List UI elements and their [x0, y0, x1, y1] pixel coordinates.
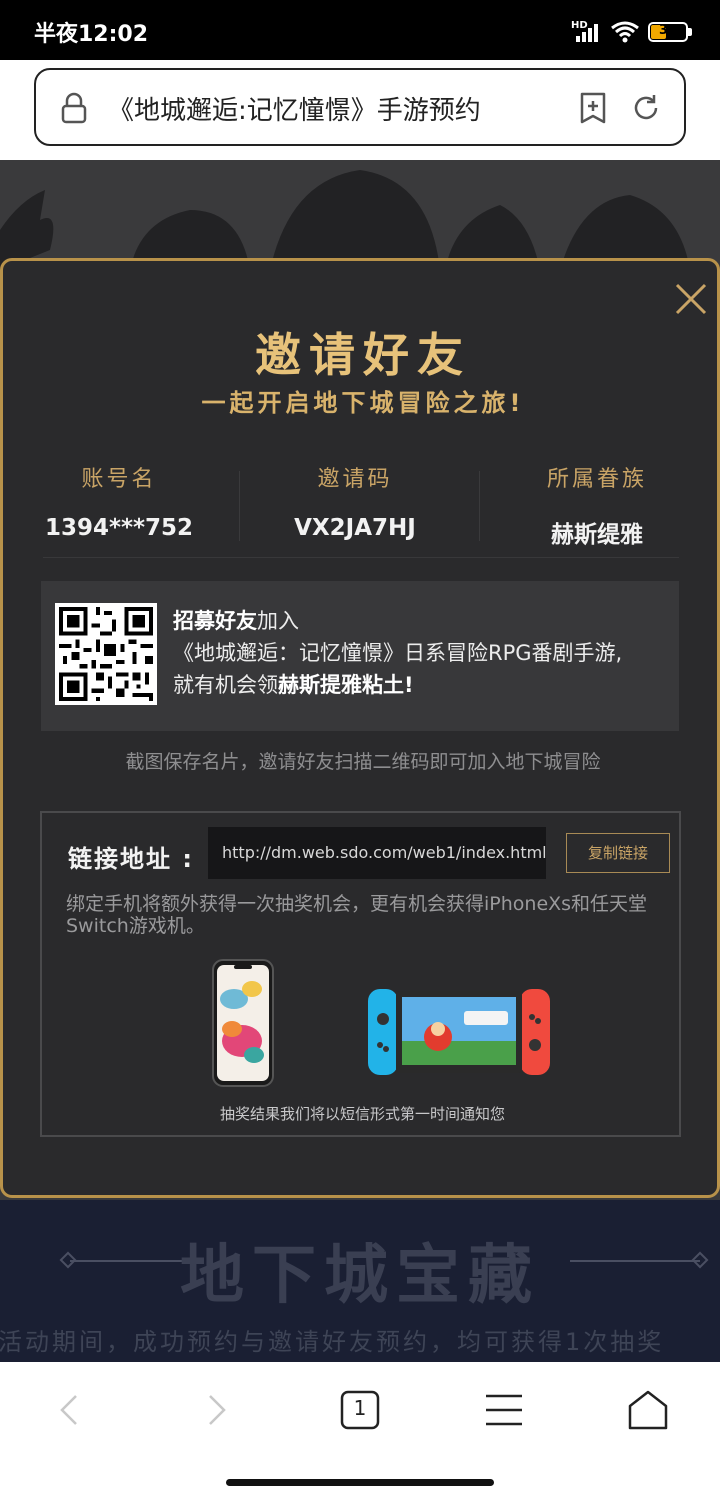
back-icon[interactable] — [48, 1388, 92, 1432]
modal-title: 邀请好友 — [255, 328, 471, 382]
treasure-banner: 地下城宝藏 活动期间，成功预约与邀请好友预约，均可获得1次抽奖 — [0, 1200, 720, 1362]
add-bookmark-icon[interactable] — [578, 92, 608, 124]
link-label: 链接地址 : — [68, 845, 194, 873]
iphone-prize-image — [212, 959, 274, 1087]
reload-icon[interactable] — [630, 92, 662, 124]
tabs-button[interactable]: 1 — [338, 1388, 382, 1432]
nintendo-switch-prize-image — [368, 989, 550, 1075]
screenshot-hint: 截图保存名片，邀请好友扫描二维码即可加入地下城冒险 — [125, 751, 601, 773]
qr-card: 招募好友加入 《地城邂逅：记忆憧憬》日系冒险RPG番剧手游, 就有机会领赫斯提雅… — [41, 581, 679, 731]
family-value: 赫斯缇雅 — [551, 522, 643, 548]
banner-text: 活动期间，成功预约与邀请好友预约，均可获得1次抽奖 — [0, 1328, 665, 1356]
signal-icon — [576, 24, 598, 42]
invite-code-info: 邀请码 VX2JA7HJ — [235, 461, 475, 541]
family-info: 所属眷族 赫斯缇雅 — [477, 461, 717, 549]
battery-icon: 39 — [648, 22, 692, 42]
account-info-row: 账号名 1394***752 邀请码 VX2JA7HJ 所属眷族 赫斯缇雅 — [3, 461, 720, 551]
status-time: 半夜12:02 — [34, 22, 149, 47]
account-info: 账号名 1394***752 — [0, 461, 239, 541]
forward-icon[interactable] — [194, 1388, 238, 1432]
home-indicator[interactable] — [226, 1479, 494, 1486]
menu-icon[interactable] — [482, 1388, 526, 1432]
page-title[interactable]: 《地城邂逅:记忆憧憬》手游预约 — [108, 90, 548, 127]
account-label: 账号名 — [81, 467, 157, 492]
bind-phone-description: 绑定手机将额外获得一次抽奖机会，更有机会获得iPhoneXs和任天堂Switch… — [66, 893, 648, 937]
account-value: 1394***752 — [44, 515, 194, 541]
battery-level: 39 — [658, 23, 678, 38]
invite-code-label: 邀请码 — [317, 467, 393, 492]
invite-friends-modal: 邀请好友 一起开启地下城冒险之旅! 账号名 1394***752 邀请码 VX2… — [0, 258, 720, 1198]
wifi-icon — [611, 21, 639, 43]
character-silhouettes-background — [0, 170, 690, 270]
invite-link-field[interactable]: http://dm.web.sdo.com/web1/index.html?s — [208, 827, 546, 879]
browser-toolbar: 《地城邂逅:记忆憧憬》手游预约 — [0, 60, 720, 160]
modal-subtitle: 一起开启地下城冒险之旅! — [201, 389, 525, 417]
status-bar: 半夜12:02 HD 39 — [0, 0, 720, 60]
address-bar[interactable]: 《地城邂逅:记忆憧憬》手游预约 — [34, 68, 686, 146]
close-icon[interactable] — [671, 279, 711, 319]
qr-description: 招募好友加入 《地城邂逅：记忆憧憬》日系冒险RPG番剧手游, 就有机会领赫斯提雅… — [173, 609, 623, 697]
tab-count: 1 — [353, 1396, 367, 1420]
home-icon[interactable] — [626, 1388, 670, 1432]
lottery-notice: 抽奖结果我们将以短信形式第一时间通知您 — [219, 1105, 505, 1123]
qr-code — [55, 603, 157, 705]
copy-link-button[interactable]: 复制链接 — [566, 833, 670, 873]
family-label: 所属眷族 — [546, 467, 647, 492]
banner-title: 地下城宝藏 — [180, 1239, 540, 1313]
invite-link-box: 链接地址 : http://dm.web.sdo.com/web1/index.… — [40, 811, 681, 1137]
browser-bottom-nav: 1 — [0, 1362, 720, 1499]
lock-icon — [61, 92, 87, 124]
invite-code-value: VX2JA7HJ — [294, 515, 416, 541]
